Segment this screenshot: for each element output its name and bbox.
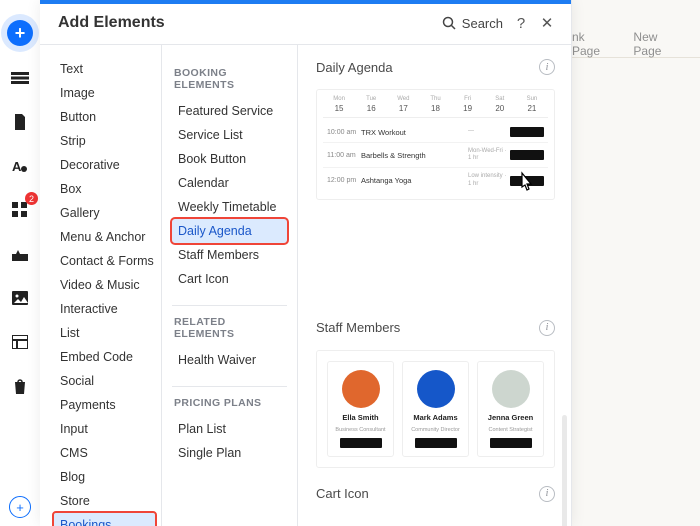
agenda-row: 10:00 amTRX Workout— [323,122,548,143]
sub-plan-list[interactable]: Plan List [172,417,287,441]
sections-icon[interactable] [8,66,32,90]
my-business-icon[interactable] [8,242,32,266]
staff-role: Business Consultant [335,427,385,433]
sub-staff-members[interactable]: Staff Members [172,243,287,267]
tab-link-page[interactable]: nk Page [572,30,615,58]
info-icon[interactable]: i [539,59,555,75]
category-button[interactable]: Button [54,105,155,129]
content-manager-icon[interactable] [8,330,32,354]
agenda-day: Tue16 [355,96,387,113]
book-now-button[interactable] [490,438,532,448]
sub-single-plan[interactable]: Single Plan [172,441,287,465]
editor-rail: + A 2 + [0,0,40,526]
agenda-day: Wed17 [387,96,419,113]
book-now-button[interactable] [415,438,457,448]
sub-calendar[interactable]: Calendar [172,171,287,195]
category-list[interactable]: List [54,321,155,345]
scrollbar[interactable] [562,415,567,526]
category-contact-forms[interactable]: Contact & Forms [54,249,155,273]
add-elements-panel: Add Elements Search ? ✕ TextImageButtonS… [40,0,572,526]
sub-daily-agenda[interactable]: Daily Agenda [172,219,287,243]
category-video-music[interactable]: Video & Music [54,273,155,297]
pointer-cursor-icon [514,171,536,197]
category-decorative[interactable]: Decorative [54,153,155,177]
sub-cart-icon[interactable]: Cart Icon [172,267,287,291]
category-social[interactable]: Social [54,369,155,393]
help-icon[interactable]: ? [513,15,529,32]
preview-title-staff: Staff Members [316,320,400,335]
agenda-row: 11:00 amBarbells & StrengthMon-Wed-Fri ·… [323,143,548,168]
category-store[interactable]: Store [54,489,155,513]
category-strip[interactable]: Strip [54,129,155,153]
sub-featured-service[interactable]: Featured Service [172,99,287,123]
search-button[interactable]: Search [442,16,503,31]
staff-name: Jenna Green [488,413,533,422]
group-title: BOOKING ELEMENTS [174,67,287,91]
category-list: TextImageButtonStripDecorativeBoxGallery… [40,45,162,526]
add-button-bottom-icon[interactable]: + [9,496,31,518]
info-icon[interactable]: i [539,320,555,336]
close-icon[interactable]: ✕ [539,14,555,32]
tab-new-page[interactable]: New Page [633,30,688,58]
daily-agenda-preview[interactable]: Mon15Tue16Wed17Thu18Fri19Sat20Sun21 10:0… [316,89,555,200]
staff-card: Ella Smith Business Consultant [327,361,394,457]
book-button[interactable] [510,150,544,160]
staff-name: Ella Smith [342,413,378,422]
panel-title: Add Elements [58,14,432,32]
apps-icon[interactable]: 2 [8,198,32,222]
avatar [417,370,455,408]
agenda-day: Thu18 [419,96,451,113]
staff-role: Community Director [411,427,460,433]
category-menu-anchor[interactable]: Menu & Anchor [54,225,155,249]
category-embed-code[interactable]: Embed Code [54,345,155,369]
agenda-day: Fri19 [452,96,484,113]
search-icon [442,16,456,30]
category-text[interactable]: Text [54,57,155,81]
category-bookings[interactable]: Bookings [54,513,155,526]
avatar [492,370,530,408]
design-icon[interactable]: A [8,154,32,178]
preview-column: Daily Agenda i Mon15Tue16Wed17Thu18Fri19… [298,45,571,526]
svg-text:A: A [12,159,22,174]
avatar [342,370,380,408]
sub-weekly-timetable[interactable]: Weekly Timetable [172,195,287,219]
staff-card: Mark Adams Community Director [402,361,469,457]
book-now-button[interactable] [340,438,382,448]
category-payments[interactable]: Payments [54,393,155,417]
preview-title-cart: Cart Icon [316,486,369,501]
subcategory-list: BOOKING ELEMENTS Featured ServiceService … [162,45,298,526]
sub-health-waiver[interactable]: Health Waiver [172,348,287,372]
pages-icon[interactable] [8,110,32,134]
staff-card: Jenna Green Content Strategist [477,361,544,457]
staff-name: Mark Adams [413,413,457,422]
group-title: PRICING PLANS [174,397,287,409]
apps-badge: 2 [25,192,38,205]
book-button[interactable] [510,127,544,137]
sub-book-button[interactable]: Book Button [172,147,287,171]
store-icon[interactable] [8,374,32,398]
staff-members-preview[interactable]: Ella Smith Business Consultant Mark Adams C… [316,350,555,468]
add-elements-icon[interactable]: + [7,20,33,46]
category-blog[interactable]: Blog [54,465,155,489]
page-tabs-behind: nk Page New Page [572,30,700,58]
category-image[interactable]: Image [54,81,155,105]
agenda-day: Sat20 [484,96,516,113]
staff-role: Content Strategist [488,427,532,433]
category-cms[interactable]: CMS [54,441,155,465]
category-interactive[interactable]: Interactive [54,297,155,321]
agenda-day: Mon15 [323,96,355,113]
group-title: RELATED ELEMENTS [174,316,287,340]
category-input[interactable]: Input [54,417,155,441]
info-icon[interactable]: i [539,486,555,502]
category-gallery[interactable]: Gallery [54,201,155,225]
category-box[interactable]: Box [54,177,155,201]
agenda-day: Sun21 [516,96,548,113]
media-icon[interactable] [8,286,32,310]
sub-service-list[interactable]: Service List [172,123,287,147]
preview-title-daily-agenda: Daily Agenda [316,60,393,75]
